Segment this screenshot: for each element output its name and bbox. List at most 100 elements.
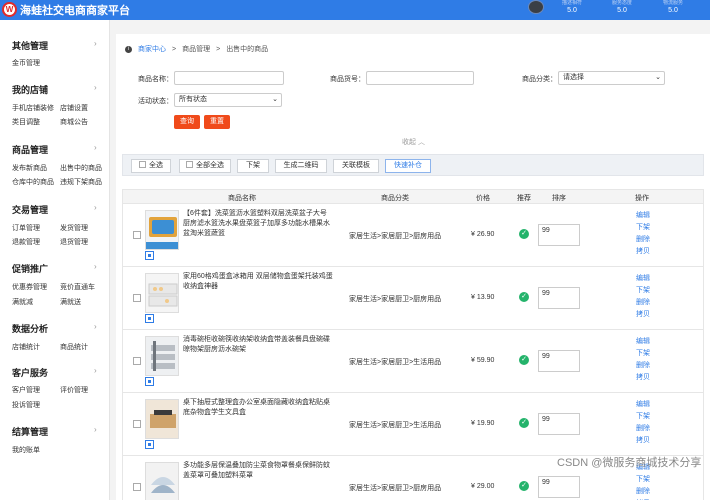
- delete-link[interactable]: 删除: [636, 486, 650, 498]
- sidebar-item[interactable]: 仓库中的商品: [12, 177, 54, 187]
- edit-link[interactable]: 编辑: [636, 336, 650, 348]
- relate-template-button[interactable]: 关联模板: [333, 159, 379, 173]
- chevron-right-icon[interactable]: ›: [94, 143, 97, 152]
- sort-input[interactable]: 99: [538, 476, 580, 498]
- product-thumbnail[interactable]: [145, 336, 179, 376]
- select-all-pages-button[interactable]: 全部全选: [179, 159, 231, 173]
- chevron-right-icon[interactable]: ›: [94, 83, 97, 92]
- row-checkbox[interactable]: [133, 231, 141, 239]
- category-select[interactable]: 请选择 ⌄: [558, 71, 665, 85]
- section-title[interactable]: 结算管理: [12, 425, 48, 438]
- unshelve-link[interactable]: 下架: [636, 474, 650, 486]
- sidebar-item[interactable]: 竞价直通车: [60, 282, 95, 292]
- delete-link[interactable]: 删除: [636, 297, 650, 309]
- sidebar-item[interactable]: 发货管理: [60, 223, 88, 233]
- code-input[interactable]: [366, 71, 474, 85]
- qr-code-icon[interactable]: [145, 440, 154, 449]
- sort-input[interactable]: 99: [538, 413, 580, 435]
- delete-link[interactable]: 删除: [636, 234, 650, 246]
- product-name[interactable]: 消毒碗柜收碗筷收纳架收纳盒带盖装餐具盘碗碟晾物架厨房沥水碗架: [183, 335, 333, 355]
- sort-input[interactable]: 99: [538, 224, 580, 246]
- qr-code-icon[interactable]: [145, 377, 154, 386]
- check-circle-icon[interactable]: ✓: [519, 229, 529, 239]
- edit-link[interactable]: 编辑: [636, 273, 650, 285]
- sidebar-item[interactable]: 出售中的商品: [60, 163, 102, 173]
- collapse-toggle[interactable]: 收起 ︿: [402, 137, 425, 147]
- unshelve-link[interactable]: 下架: [636, 222, 650, 234]
- edit-link[interactable]: 编辑: [636, 399, 650, 411]
- sort-input[interactable]: 99: [538, 287, 580, 309]
- select-all-button[interactable]: 全选: [131, 159, 171, 173]
- breadcrumb-home[interactable]: 商家中心: [138, 44, 166, 54]
- sort-input[interactable]: 99: [538, 350, 580, 372]
- unshelve-link[interactable]: 下架: [636, 285, 650, 297]
- qr-code-icon[interactable]: [145, 251, 154, 260]
- section-title[interactable]: 我的店铺: [12, 83, 48, 96]
- delete-link[interactable]: 删除: [636, 423, 650, 435]
- section-title[interactable]: 其他管理: [12, 39, 48, 52]
- product-name[interactable]: 家用60格鸡蛋盒冰箱用 双层储物盒蛋架托装鸡蛋收纳盒神器: [183, 272, 333, 292]
- sidebar-item[interactable]: 满就送: [60, 297, 81, 307]
- row-checkbox[interactable]: [133, 294, 141, 302]
- check-circle-icon[interactable]: ✓: [519, 355, 529, 365]
- chevron-right-icon[interactable]: ›: [94, 425, 97, 434]
- edit-link[interactable]: 编辑: [636, 210, 650, 222]
- sidebar-item[interactable]: 满就减: [12, 297, 33, 307]
- avatar[interactable]: [528, 0, 544, 14]
- product-thumbnail[interactable]: [145, 462, 179, 500]
- copy-link[interactable]: 拷贝: [636, 246, 650, 258]
- status-select[interactable]: 所有状态 ⌄: [174, 93, 282, 107]
- check-circle-icon[interactable]: ✓: [519, 292, 529, 302]
- sidebar-item[interactable]: 商品统计: [60, 342, 88, 352]
- name-input[interactable]: [174, 71, 284, 85]
- reset-button[interactable]: 重置: [204, 115, 230, 129]
- check-circle-icon[interactable]: ✓: [519, 481, 529, 491]
- sidebar-item[interactable]: 退款管理: [12, 237, 40, 247]
- search-button[interactable]: 查询: [174, 115, 200, 129]
- row-checkbox[interactable]: [133, 420, 141, 428]
- sidebar-item[interactable]: 店铺设置: [60, 103, 88, 113]
- sidebar-item[interactable]: 我的账单: [12, 445, 40, 455]
- generate-qr-button[interactable]: 生成二维码: [275, 159, 327, 173]
- section-title[interactable]: 商品管理: [12, 143, 48, 156]
- sidebar-item[interactable]: 优惠券管理: [12, 282, 47, 292]
- brand-logo[interactable]: W: [2, 2, 17, 17]
- product-name[interactable]: 多功能多层保温叠加防尘菜食物罩餐桌保鲜防蚊盖菜罩可叠加塑料菜罩: [183, 461, 333, 481]
- section-title[interactable]: 交易管理: [12, 203, 48, 216]
- section-title[interactable]: 数据分析: [12, 322, 48, 335]
- chevron-right-icon[interactable]: ›: [94, 203, 97, 212]
- copy-link[interactable]: 拷贝: [636, 309, 650, 321]
- row-checkbox[interactable]: [133, 357, 141, 365]
- row-checkbox[interactable]: [133, 483, 141, 491]
- sidebar-item[interactable]: 投诉管理: [12, 400, 40, 410]
- qr-code-icon[interactable]: [145, 314, 154, 323]
- chevron-right-icon[interactable]: ›: [94, 39, 97, 48]
- product-thumbnail[interactable]: [145, 210, 179, 250]
- delete-link[interactable]: 删除: [636, 360, 650, 372]
- sidebar-item[interactable]: 店铺统计: [12, 342, 40, 352]
- chevron-right-icon[interactable]: ›: [94, 366, 97, 375]
- unshelve-link[interactable]: 下架: [636, 411, 650, 423]
- unshelve-link[interactable]: 下架: [636, 348, 650, 360]
- sidebar-item[interactable]: 手机店铺装修: [12, 103, 54, 113]
- chevron-right-icon[interactable]: ›: [94, 262, 97, 271]
- copy-link[interactable]: 拷贝: [636, 435, 650, 447]
- check-circle-icon[interactable]: ✓: [519, 418, 529, 428]
- product-name[interactable]: 桌下抽屉式整理盒办公室桌面隐藏收纳盒粘贴桌底杂物盒学生文具盒: [183, 398, 333, 418]
- product-thumbnail[interactable]: [145, 399, 179, 439]
- product-name[interactable]: 【6件套】洗菜篮沥水篮塑料双层洗菜盆子大号厨房滤水篮洗水果盘菜篮子加厚多功能水槽…: [183, 209, 333, 239]
- sidebar-item[interactable]: 退货管理: [60, 237, 88, 247]
- sidebar-item[interactable]: 订单管理: [12, 223, 40, 233]
- sidebar-item[interactable]: 类目调整: [12, 117, 40, 127]
- quick-restock-button[interactable]: 快速补仓: [385, 159, 431, 173]
- product-thumbnail[interactable]: [145, 273, 179, 313]
- section-title[interactable]: 客户服务: [12, 366, 48, 379]
- sidebar-item[interactable]: 评价管理: [60, 385, 88, 395]
- unshelve-button[interactable]: 下架: [237, 159, 269, 173]
- sidebar-item[interactable]: 金币管理: [12, 58, 40, 68]
- breadcrumb-goods[interactable]: 商品管理: [182, 44, 210, 54]
- copy-link[interactable]: 拷贝: [636, 372, 650, 384]
- sidebar-item[interactable]: 客户管理: [12, 385, 40, 395]
- sidebar-item[interactable]: 商城公告: [60, 117, 88, 127]
- chevron-right-icon[interactable]: ›: [94, 322, 97, 331]
